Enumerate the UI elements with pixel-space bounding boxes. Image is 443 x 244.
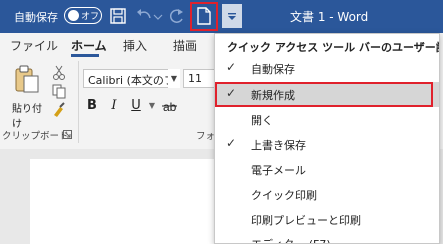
chevron-down-icon bbox=[153, 14, 163, 20]
document-title: 文書 1 - Word bbox=[290, 10, 369, 24]
paste-label: 貼り付け bbox=[12, 104, 42, 130]
chevron-down-icon[interactable]: ▼ bbox=[168, 69, 180, 88]
autosave-state: オフ bbox=[81, 12, 100, 22]
menu-item-label: クイック印刷 bbox=[251, 189, 317, 202]
save-button[interactable] bbox=[106, 4, 130, 28]
bold-button[interactable]: B bbox=[84, 97, 100, 115]
customize-dropdown-icon bbox=[228, 13, 236, 20]
paste-icon bbox=[15, 65, 39, 93]
autosave-label: 自動保存 bbox=[14, 11, 58, 24]
new-document-button[interactable] bbox=[190, 2, 218, 31]
menu-item-label: 上書き保存 bbox=[251, 139, 306, 152]
autosave-toggle[interactable]: オフ bbox=[64, 7, 102, 24]
italic-button[interactable]: I bbox=[106, 97, 122, 115]
tab-home[interactable]: ホーム bbox=[71, 37, 107, 54]
cut-icon[interactable] bbox=[53, 65, 65, 80]
clipboard-group-label: クリップボード bbox=[2, 131, 69, 142]
title-bar: 自動保存 オフ 文書 1 - Word bbox=[0, 0, 443, 33]
font-name-select[interactable]: Calibri (本文のフォ bbox=[83, 69, 179, 88]
undo-dropdown[interactable] bbox=[153, 4, 163, 28]
menu-item-new[interactable]: ✓ 新規作成 bbox=[215, 82, 439, 107]
menu-item-label: 開く bbox=[251, 114, 273, 127]
format-painter-icon[interactable] bbox=[54, 102, 65, 117]
toggle-knob bbox=[68, 10, 79, 21]
menu-item-editor[interactable]: エディター (F7) bbox=[215, 231, 439, 243]
menu-item-autosave[interactable]: ✓ 自動保存 bbox=[215, 56, 439, 81]
underline-button[interactable]: U bbox=[128, 97, 144, 115]
redo-icon bbox=[169, 9, 183, 23]
check-icon: ✓ bbox=[226, 86, 237, 100]
menu-item-print-preview[interactable]: 印刷プレビューと印刷 bbox=[215, 207, 439, 232]
save-icon bbox=[110, 8, 126, 24]
check-icon: ✓ bbox=[226, 60, 237, 74]
menu-item-label: 電子メール bbox=[251, 164, 306, 177]
strikethrough-icon[interactable]: ab bbox=[160, 98, 178, 114]
new-document-icon bbox=[197, 7, 211, 25]
menu-item-label: エディター (F7) bbox=[251, 236, 331, 243]
menu-item-label: 自動保存 bbox=[251, 63, 295, 76]
check-icon: ✓ bbox=[226, 136, 237, 150]
menu-item-open[interactable]: 開く bbox=[215, 107, 439, 132]
group-divider bbox=[78, 61, 79, 143]
redo-button[interactable] bbox=[164, 4, 188, 28]
tab-insert[interactable]: 挿入 bbox=[123, 37, 147, 54]
menu-item-save[interactable]: ✓ 上書き保存 bbox=[215, 132, 439, 157]
menu-item-quick-print[interactable]: クイック印刷 bbox=[215, 182, 439, 207]
customize-quick-access-button[interactable] bbox=[222, 4, 242, 28]
svg-text:ab: ab bbox=[163, 100, 177, 114]
paste-button[interactable]: 貼り付け bbox=[6, 63, 48, 130]
tab-draw[interactable]: 描画 bbox=[173, 37, 197, 54]
tab-file[interactable]: ファイル bbox=[10, 37, 58, 54]
customize-quick-access-menu: クイック アクセス ツール バーのユーザー設定 ✓ 自動保存 ✓ 新規作成 開く… bbox=[214, 33, 440, 244]
menu-header: クイック アクセス ツール バーのユーザー設定 bbox=[227, 41, 440, 54]
highlight-box bbox=[215, 82, 433, 107]
clipboard-tools bbox=[50, 63, 68, 123]
menu-item-email[interactable]: 電子メール bbox=[215, 157, 439, 182]
dialog-launcher-icon[interactable] bbox=[63, 130, 72, 139]
font-size-select[interactable]: 11 bbox=[183, 69, 215, 88]
menu-item-label: 新規作成 bbox=[251, 89, 295, 102]
copy-icon[interactable] bbox=[52, 84, 66, 99]
chevron-down-icon[interactable]: ▼ bbox=[144, 97, 160, 115]
menu-item-label: 印刷プレビューと印刷 bbox=[251, 214, 361, 227]
